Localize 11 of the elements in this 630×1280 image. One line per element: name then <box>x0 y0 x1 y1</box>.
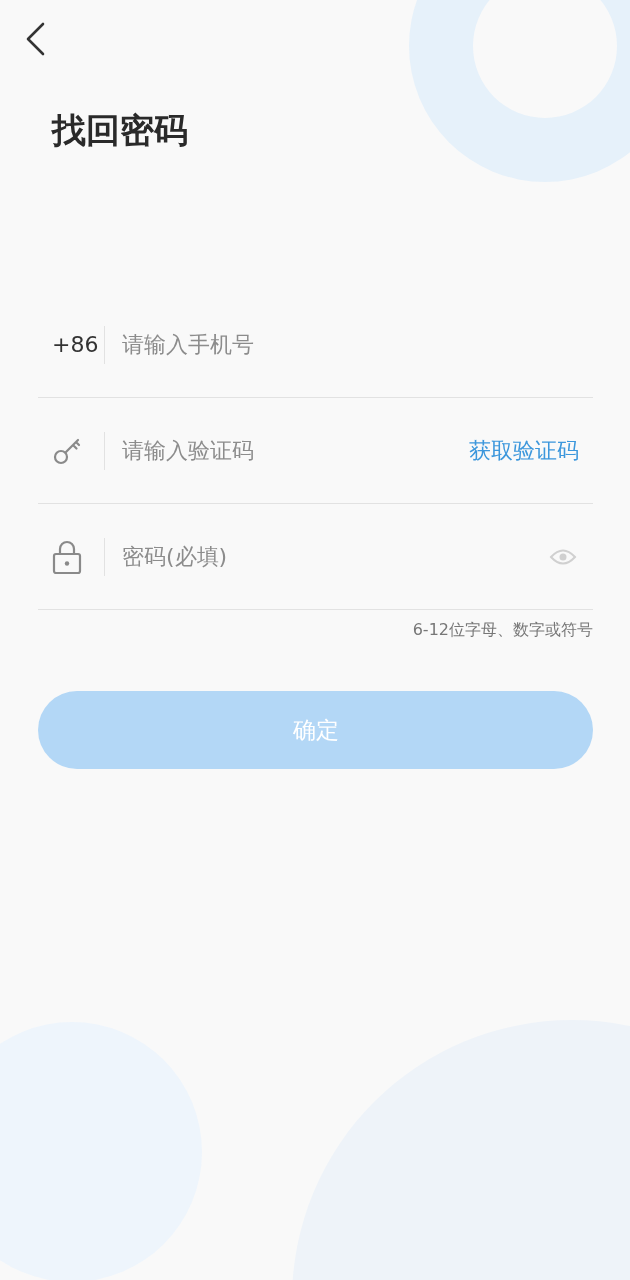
password-hint: 6-12位字母、数字或符号 <box>411 620 593 642</box>
chevron-left-icon <box>24 22 46 56</box>
input-field[interactable]: 密码(必填) <box>122 536 549 577</box>
input-field[interactable]: 请输入手机号 <box>122 324 593 365</box>
input-field[interactable]: 请输入验证码 <box>122 430 469 471</box>
country-code[interactable]: +86 <box>52 332 99 358</box>
eye-icon <box>549 547 577 566</box>
get-code-button[interactable]: 获取验证码 <box>469 435 579 466</box>
back-button[interactable] <box>24 22 46 56</box>
lock-icon <box>52 538 82 575</box>
page-title: 找回密码 <box>52 109 189 152</box>
